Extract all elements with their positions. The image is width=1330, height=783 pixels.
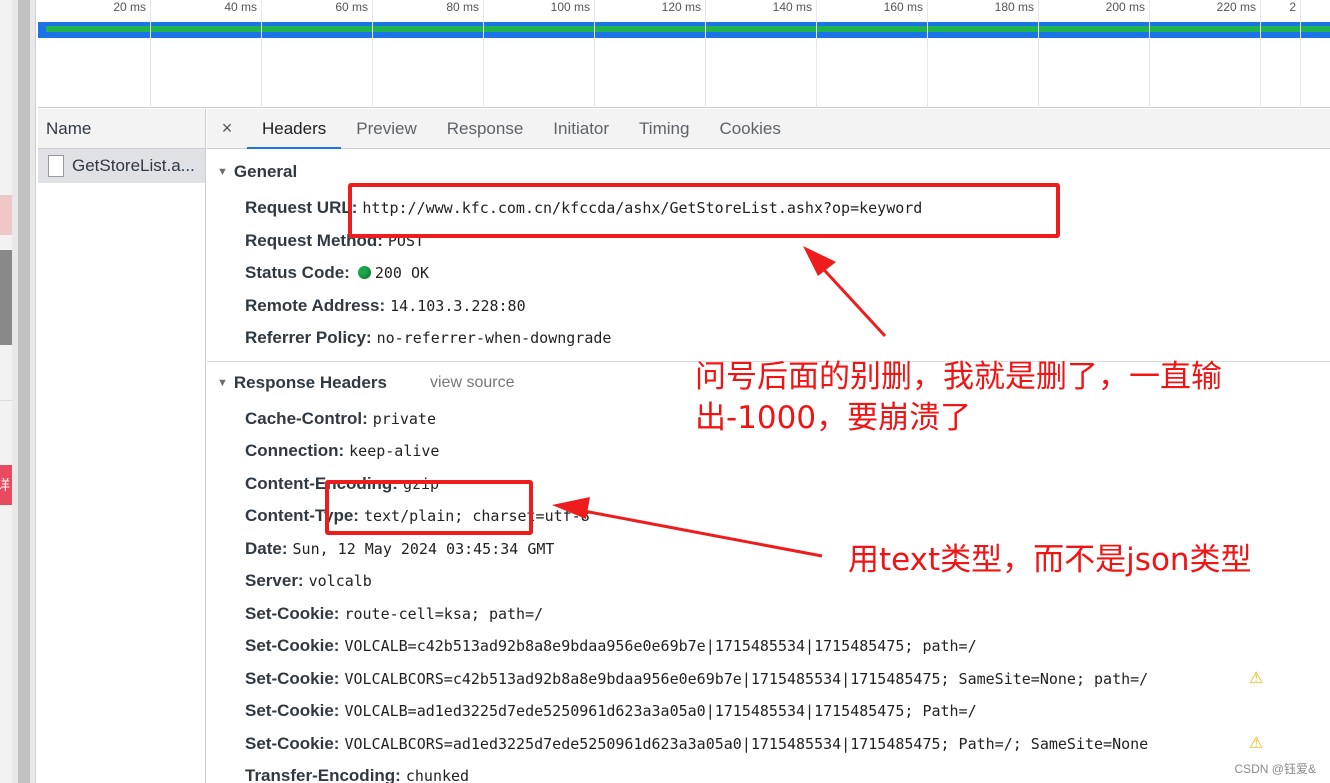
header-row: Referrer Policy: no-referrer-when-downgra… [245,328,612,347]
timeline-tick-label: 160 ms [883,0,923,14]
warning-triangle-icon[interactable]: ⚠ [1249,733,1263,753]
detail-tab-bar: × Headers Preview Response Initiator Tim… [207,109,1330,149]
status-ok-icon [357,266,371,279]
section-title: General [233,162,298,181]
timeline-gridline [1149,0,1150,108]
tab-cookies[interactable]: Cookies [704,109,795,148]
timeline-gridline [927,0,928,108]
annotation-line: 问号后面的别删，我就是删了，一直输 [695,359,1222,395]
header-row: Server: volcalb [245,571,372,590]
timeline-tick-label: 60 ms [335,0,368,14]
close-icon[interactable]: × [207,109,247,148]
timeline-gridline [1300,0,1301,108]
timeline-tick-label: 2 [1289,0,1296,14]
expand-triangle-icon: ▼ [217,377,228,389]
page-scrollbar[interactable] [12,0,36,783]
timeline-tick-label: 140 ms [772,0,812,14]
timeline-gridline [816,0,817,108]
document-icon [48,155,64,177]
annotation-line: 出-1000，要崩溃了 [695,400,972,436]
background-page-fragment [0,250,12,345]
background-page-tab: 详 [0,465,12,505]
header-row: Status Code: 200 OK [245,263,430,282]
timeline-tick-label: 220 ms [1216,0,1256,14]
tab-preview[interactable]: Preview [341,109,431,148]
header-row: Date: Sun, 12 May 2024 03:45:34 GMT [245,539,555,558]
timeline-tick-label: 80 ms [446,0,479,14]
section-title: Response Headers [233,373,387,392]
name-column-header[interactable]: Name [38,109,205,149]
request-list: Name GetStoreList.a... [38,109,206,783]
header-row: Transfer-Encoding: chunked [245,766,470,783]
general-section-toggle[interactable]: ▼ General [217,162,297,182]
response-headers-section-toggle[interactable]: ▼ Response Headers [217,373,387,393]
timeline-gridline [150,0,151,108]
timeline-tick-label: 180 ms [994,0,1034,14]
tab-initiator[interactable]: Initiator [538,109,624,148]
annotation-note-content-type: 用text类型，而不是json类型 [848,542,1252,578]
tab-response[interactable]: Response [432,109,539,148]
watermark: CSDN @钰爱& [1234,762,1316,776]
timeline-tick-label: 40 ms [224,0,257,14]
header-row: Set-Cookie: VOLCALBCORS=c42b513ad92b8a8e9… [245,669,1149,688]
expand-triangle-icon: ▼ [217,166,228,178]
annotation-box-content-type [325,480,533,535]
timeline-gridline [705,0,706,108]
background-page-edge: 详 [0,0,12,783]
tab-timing[interactable]: Timing [624,109,704,148]
timeline-gridline [1038,0,1039,108]
view-source-link[interactable]: view source [430,374,514,392]
timeline-gridline [483,0,484,108]
timeline-tick-label: 100 ms [550,0,590,14]
background-divider [0,400,12,401]
scrollbar-thumb[interactable] [18,0,30,783]
timeline-gridline [372,0,373,108]
header-row: Connection: keep-alive [245,441,440,460]
timeline-tick-label: 200 ms [1105,0,1145,14]
timeline-waiting-bar [46,26,1330,32]
annotation-box-url [348,183,1060,238]
annotation-note-url: 问号后面的别删，我就是删了，一直输 出-1000，要崩溃了 [695,357,1222,439]
header-row: Set-Cookie: VOLCALB=c42b513ad92b8a8e9bdaa… [245,636,977,655]
header-row: Set-Cookie: VOLCALBCORS=ad1ed3225d7ede525… [245,734,1149,753]
warning-triangle-icon[interactable]: ⚠ [1249,668,1263,688]
header-row: Remote Address: 14.103.3.228:80 [245,296,526,315]
timeline-tick-label: 120 ms [661,0,701,14]
timeline-gridline [1260,0,1261,108]
timeline-tick-label: 20 ms [113,0,146,14]
header-row: Set-Cookie: VOLCALB=ad1ed3225d7ede5250961… [245,701,977,720]
header-row: Set-Cookie: route-cell=ksa; path=/ [245,604,544,623]
timeline-gridline [594,0,595,108]
background-page-fragment [0,195,12,235]
tab-headers[interactable]: Headers [247,109,342,149]
request-row[interactable]: GetStoreList.a... [38,149,205,183]
request-name: GetStoreList.a... [72,156,195,175]
header-row: Cache-Control: private [245,409,436,428]
headers-panel: ▼ General Request URL: http://www.kfc.com.… [207,150,1330,783]
timeline-gridline [261,0,262,108]
network-timeline-overview[interactable]: 20 ms 40 ms 60 ms 80 ms 100 ms 120 ms 140 ms 16… [38,0,1330,108]
